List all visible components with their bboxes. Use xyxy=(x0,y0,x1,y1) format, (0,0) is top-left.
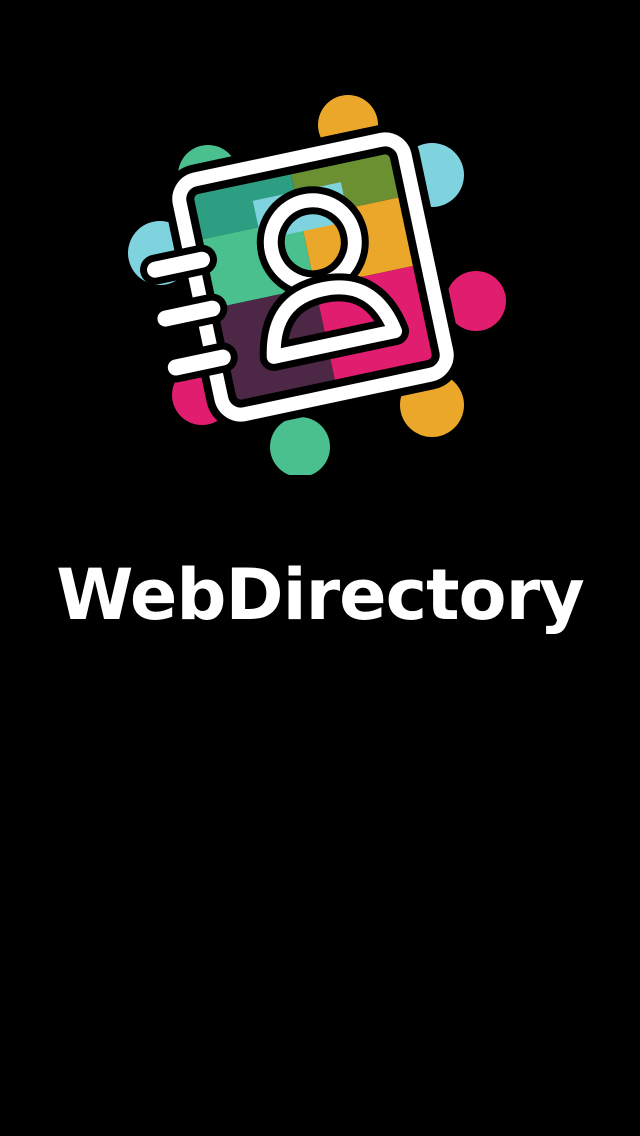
app-logo-icon xyxy=(128,95,506,475)
blob-teal-bottom xyxy=(270,417,330,475)
splash-screen: WebDirectory xyxy=(0,0,640,1136)
app-title: WebDirectory xyxy=(56,554,585,636)
